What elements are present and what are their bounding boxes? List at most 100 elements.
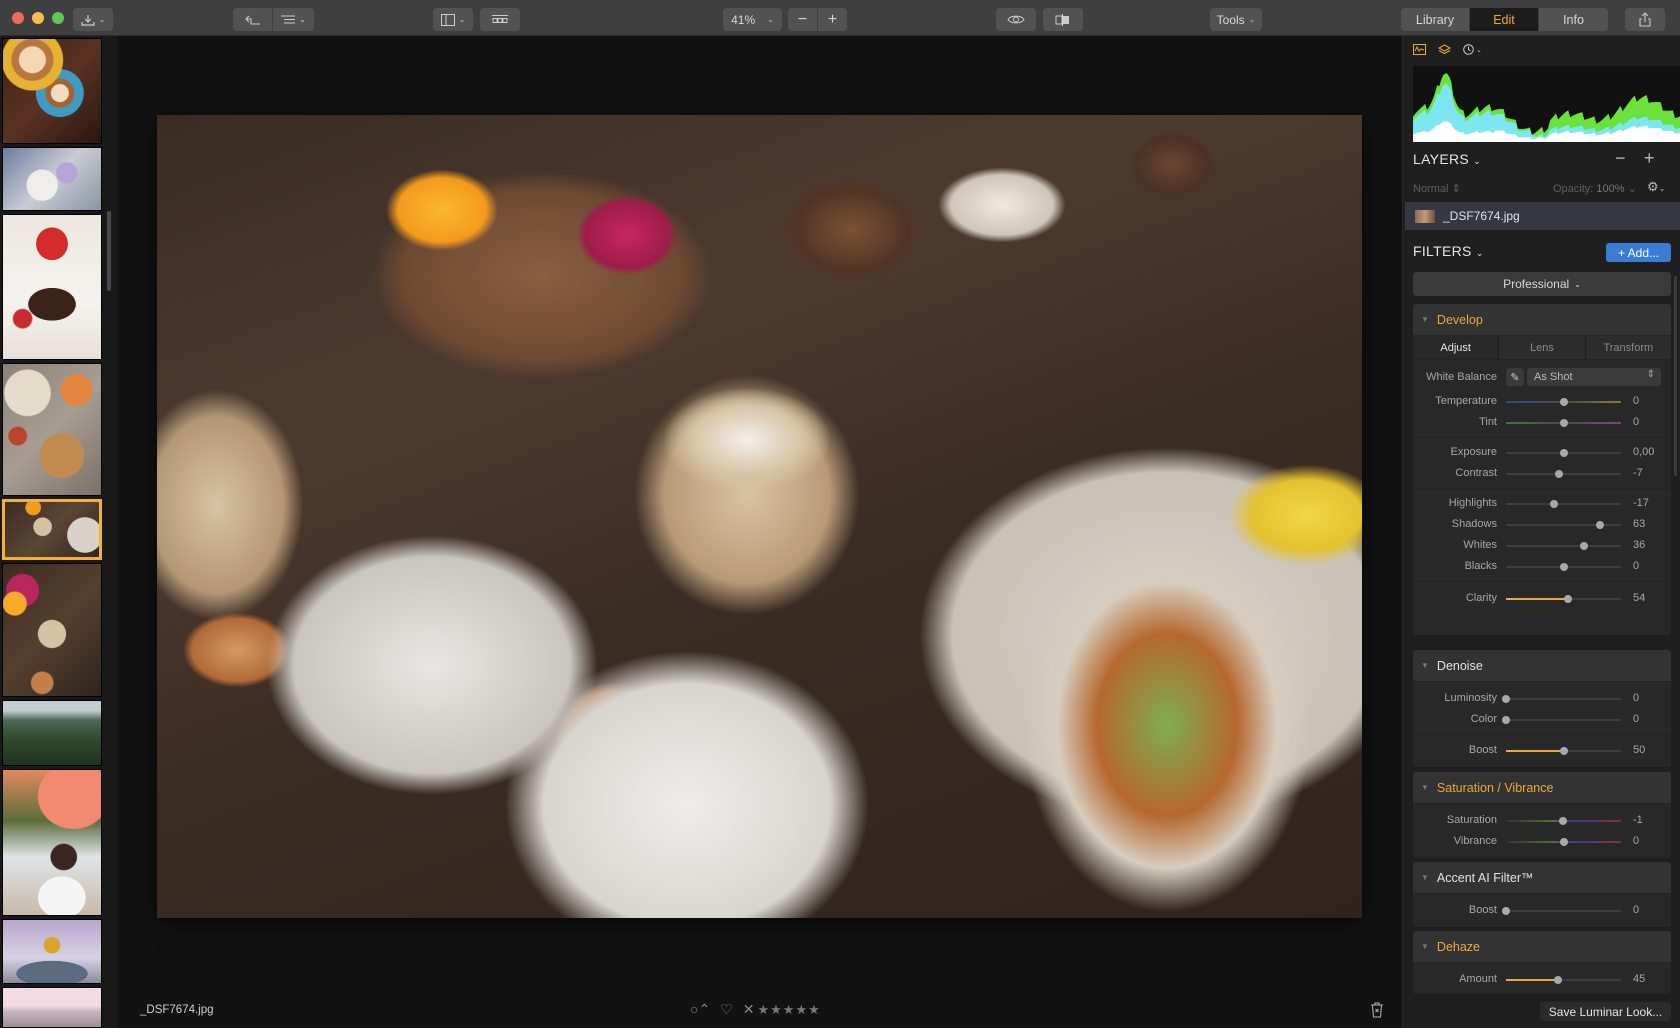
- maximize-window-button[interactable]: [52, 12, 64, 24]
- slider-vibrance[interactable]: Vibrance 0: [1413, 831, 1671, 852]
- filmstrip-toggle-button[interactable]: [480, 8, 520, 31]
- slider-track[interactable]: [1506, 419, 1621, 427]
- slider-knob[interactable]: [1553, 976, 1562, 984]
- add-filter-button[interactable]: + Add...: [1606, 243, 1671, 262]
- favorite-heart-icon[interactable]: ♡: [720, 1001, 733, 1018]
- tools-menu-button[interactable]: Tools ⌄: [1210, 8, 1262, 31]
- slider-dehaze-amount[interactable]: Amount 45: [1413, 969, 1671, 990]
- tab-transform[interactable]: Transform: [1585, 336, 1671, 359]
- minimize-window-button[interactable]: [32, 12, 44, 24]
- slider-saturation[interactable]: Saturation -1: [1413, 810, 1671, 831]
- zoom-out-button[interactable]: −: [788, 8, 818, 31]
- slider-tint[interactable]: Tint 0: [1413, 412, 1671, 433]
- filmstrip-thumbnail[interactable]: [2, 363, 102, 496]
- tab-lens[interactable]: Lens: [1499, 336, 1586, 359]
- tab-edit[interactable]: Edit: [1470, 8, 1539, 31]
- undo-button[interactable]: [233, 8, 273, 31]
- white-balance-select[interactable]: As Shot ⇕: [1527, 368, 1661, 386]
- slider-knob[interactable]: [1559, 449, 1568, 457]
- slider-knob[interactable]: [1558, 817, 1567, 825]
- slider-knob[interactable]: [1559, 563, 1568, 571]
- slider-knob[interactable]: [1559, 419, 1568, 427]
- workspace-preset-select[interactable]: Professional ⌄: [1413, 272, 1671, 296]
- slider-track[interactable]: [1502, 716, 1621, 724]
- slider-track[interactable]: [1506, 595, 1621, 603]
- slider-temperature[interactable]: Temperature 0: [1413, 391, 1671, 412]
- slider-knob[interactable]: [1559, 398, 1568, 406]
- star-rating[interactable]: ★★★★★: [757, 1002, 820, 1018]
- zoom-select[interactable]: 41% ⌄: [723, 8, 782, 31]
- slider-track[interactable]: [1506, 500, 1621, 508]
- filmstrip-thumbnail[interactable]: [2, 769, 102, 916]
- slider-knob[interactable]: [1555, 470, 1564, 478]
- slider-track[interactable]: [1506, 976, 1621, 984]
- slider-knob[interactable]: [1564, 595, 1573, 603]
- remove-layer-button[interactable]: −: [1615, 148, 1626, 169]
- slider-track[interactable]: [1506, 398, 1621, 406]
- close-window-button[interactable]: [12, 12, 24, 24]
- slider-knob[interactable]: [1502, 695, 1510, 703]
- slider-track[interactable]: [1506, 470, 1621, 478]
- share-button[interactable]: [1625, 8, 1665, 31]
- slider-whites[interactable]: Whites 36: [1413, 535, 1671, 556]
- slider-knob[interactable]: [1549, 500, 1558, 508]
- slider-color[interactable]: Color 0: [1413, 709, 1671, 730]
- list-view-button[interactable]: ⌄: [273, 8, 314, 31]
- save-luminar-look-button[interactable]: Save Luminar Look...: [1540, 1002, 1671, 1021]
- reject-icon[interactable]: ✕: [743, 1001, 755, 1018]
- filters-header[interactable]: FILTERS ⌄: [1413, 243, 1484, 259]
- tab-info[interactable]: Info: [1539, 8, 1608, 31]
- slider-track[interactable]: [1506, 838, 1621, 846]
- histogram-icon[interactable]: [1413, 44, 1426, 55]
- slider-track[interactable]: [1506, 542, 1621, 550]
- filter-satvib-header[interactable]: ▼ Saturation / Vibrance: [1413, 772, 1671, 804]
- slider-denoise-boost[interactable]: Boost 50: [1413, 740, 1671, 761]
- photo-preview[interactable]: [157, 115, 1362, 918]
- tab-adjust[interactable]: Adjust: [1413, 336, 1500, 359]
- zoom-in-button[interactable]: +: [818, 8, 847, 31]
- filmstrip-scrollbar[interactable]: [107, 211, 111, 291]
- filter-denoise-header[interactable]: ▼ Denoise: [1413, 650, 1671, 682]
- slider-track[interactable]: [1506, 747, 1621, 755]
- slider-luminosity[interactable]: Luminosity 0: [1413, 688, 1671, 709]
- eyedropper-button[interactable]: ✎: [1506, 368, 1524, 386]
- slider-knob[interactable]: [1559, 747, 1568, 755]
- history-menu[interactable]: ⌄: [1463, 44, 1482, 55]
- image-canvas[interactable]: [118, 36, 1402, 996]
- slider-highlights[interactable]: Highlights -17: [1413, 493, 1671, 514]
- filter-develop-header[interactable]: ▼ Develop: [1413, 304, 1671, 336]
- slider-track[interactable]: [1506, 521, 1621, 529]
- sidebar-toggle-button[interactable]: ⌄: [433, 8, 473, 31]
- filmstrip-thumbnail[interactable]: [2, 147, 102, 211]
- import-button[interactable]: ⌄: [73, 8, 113, 31]
- slider-shadows[interactable]: Shadows 63: [1413, 514, 1671, 535]
- filmstrip-thumbnail[interactable]: [2, 987, 102, 1028]
- layers-icon[interactable]: [1438, 44, 1451, 55]
- filter-accent-header[interactable]: ▼ Accent AI Filter™: [1413, 862, 1671, 894]
- filmstrip-thumbnail[interactable]: [2, 919, 102, 984]
- filmstrip-thumbnail[interactable]: [2, 563, 102, 697]
- filmstrip-thumbnail-selected[interactable]: [2, 499, 102, 560]
- slider-knob[interactable]: [1580, 542, 1589, 550]
- filter-dehaze-header[interactable]: ▼ Dehaze: [1413, 931, 1671, 963]
- opacity-control[interactable]: Opacity: 100% ⌄: [1553, 182, 1637, 195]
- add-layer-button[interactable]: +: [1644, 148, 1655, 169]
- slider-knob[interactable]: [1559, 838, 1568, 846]
- layers-header[interactable]: LAYERS ⌄: [1413, 151, 1481, 167]
- filmstrip-thumbnail[interactable]: [2, 700, 102, 766]
- slider-knob[interactable]: [1595, 521, 1604, 529]
- layer-item[interactable]: _DSF7674.jpg: [1405, 202, 1680, 230]
- tab-library[interactable]: Library: [1401, 8, 1470, 31]
- slider-track[interactable]: [1502, 907, 1621, 915]
- slider-accent-boost[interactable]: Boost 0: [1413, 900, 1671, 921]
- preview-button[interactable]: [996, 8, 1036, 31]
- filmstrip-thumbnail[interactable]: [2, 38, 102, 144]
- slider-knob[interactable]: [1502, 716, 1510, 724]
- slider-clarity[interactable]: Clarity 54: [1413, 588, 1671, 609]
- slider-track[interactable]: [1506, 817, 1621, 825]
- slider-exposure[interactable]: Exposure 0,00: [1413, 442, 1671, 463]
- trash-icon[interactable]: [1370, 1002, 1384, 1018]
- compare-button[interactable]: [1043, 8, 1083, 31]
- slider-track[interactable]: [1506, 563, 1621, 571]
- panel-scrollbar[interactable]: [1674, 276, 1677, 476]
